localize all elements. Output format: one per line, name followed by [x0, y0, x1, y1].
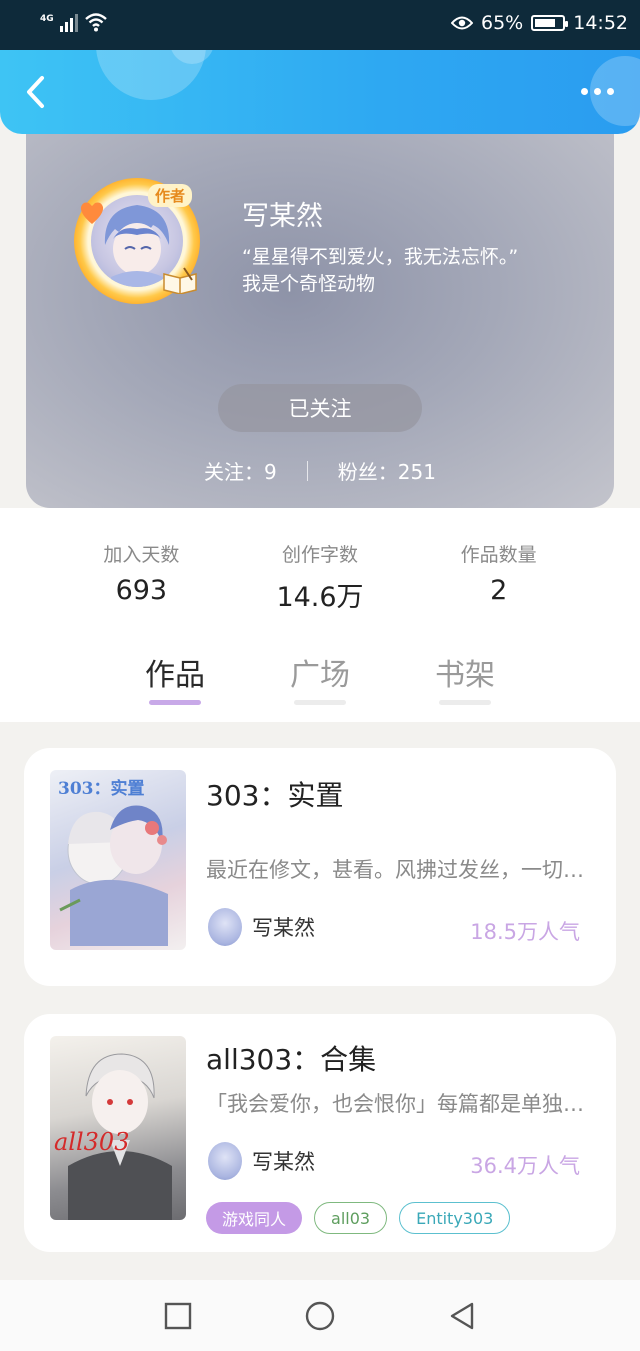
tag-chip[interactable]: all03	[314, 1202, 388, 1234]
clock: 14:52	[573, 12, 628, 34]
bio-line: “星星得不到爱火，我无法忘怀。”	[242, 246, 519, 268]
author-badge: 作者	[148, 184, 193, 207]
book-icon	[163, 267, 197, 294]
tab-indicator	[439, 700, 491, 705]
cover-title: 303：实置	[58, 779, 145, 799]
stat-work-count: 作品数量 2	[409, 508, 588, 632]
tag-chip[interactable]: Entity303	[399, 1202, 511, 1234]
popularity-count: 18.5万人气	[470, 920, 580, 944]
network-type: 4G	[40, 14, 54, 24]
wifi-icon	[84, 13, 107, 32]
back-button[interactable]	[18, 72, 54, 112]
tag-chip[interactable]: 游戏同人	[206, 1202, 303, 1234]
signal-cluster: 4G	[40, 12, 108, 32]
chevron-left-icon	[27, 76, 44, 108]
recent-apps-button[interactable]	[162, 1300, 194, 1332]
divider	[306, 460, 308, 481]
avatar-frame[interactable]: 作者	[74, 178, 200, 304]
book-author-name: 写某然	[252, 916, 315, 940]
tab-label: 作品	[145, 658, 205, 693]
eye-icon	[451, 16, 473, 30]
tab-works[interactable]: 作品	[120, 650, 230, 705]
tab-bar: 作品 广场 书架	[0, 508, 640, 722]
stat-value: 2	[490, 575, 508, 606]
book-title[interactable]: 303：实置	[206, 774, 343, 814]
book-title[interactable]: all303：合集	[206, 1038, 376, 1078]
stat-value: 693	[115, 575, 168, 606]
stat-label: 创作字数	[282, 544, 359, 566]
cover-title: all303	[54, 1128, 130, 1156]
tab-label: 书架	[435, 658, 495, 693]
more-dots-icon	[581, 88, 588, 95]
circle-icon	[305, 1301, 335, 1331]
author-name: 写某然	[242, 201, 323, 232]
status-bar: 4G 65% 14:52	[0, 0, 640, 50]
fans-count[interactable]: 粉丝：251	[338, 456, 436, 485]
more-button[interactable]	[581, 88, 614, 95]
following-count[interactable]: 关注：9	[204, 456, 277, 485]
tag-list: 游戏同人 all03 Entity303	[206, 1202, 511, 1234]
tab-bookshelf[interactable]: 书架	[410, 650, 520, 705]
book-author[interactable]: 写某然	[208, 908, 315, 946]
triangle-back-icon	[450, 1302, 474, 1330]
tab-indicator	[294, 700, 346, 705]
battery-icon	[531, 15, 569, 31]
stat-word-count: 创作字数 14.6万	[231, 508, 410, 632]
book-description: 「我会爱你，也会恨你」每篇都是单独的故事	[206, 1092, 584, 1116]
status-right: 65% 14:52	[451, 12, 628, 34]
book-card[interactable]: all303 all303：合集 「我会爱你，也会恨你」每篇都是单独的故事 写某…	[24, 1014, 616, 1252]
author-bio: “星星得不到爱火，我无法忘怀。” 我是个奇怪动物	[242, 244, 592, 298]
square-icon	[164, 1302, 192, 1330]
profile-card: 作者 写某然 “星星得不到爱火，我无法忘怀。” 我是个奇怪动物 已关注 关注：9…	[26, 116, 614, 508]
tab-label: 广场	[290, 658, 350, 693]
back-nav-button[interactable]	[446, 1300, 478, 1332]
popularity-count: 36.4万人气	[470, 1154, 580, 1178]
avatar	[208, 908, 242, 946]
book-author-name: 写某然	[252, 1150, 315, 1174]
signal-icon	[59, 14, 78, 32]
follow-stats: 关注：9 粉丝：251	[26, 456, 614, 485]
stat-join-days: 加入天数 693	[52, 508, 231, 632]
book-author[interactable]: 写某然	[208, 1142, 315, 1180]
system-nav-bar	[0, 1280, 640, 1351]
home-button[interactable]	[304, 1300, 336, 1332]
stat-label: 作品数量	[460, 544, 537, 566]
bio-line: 我是个奇怪动物	[242, 273, 376, 295]
stat-label: 加入天数	[103, 544, 180, 566]
app-header	[0, 50, 640, 134]
book-card[interactable]: 303：实置 303：实置 最近在修文，甚看。风拂过发丝，一切都好像 写某然 1…	[24, 748, 616, 986]
battery-percent: 65%	[481, 12, 524, 34]
heart-icon	[80, 202, 104, 224]
stat-value: 14.6万	[276, 582, 364, 613]
book-cover[interactable]: all303	[50, 1036, 186, 1220]
follow-button[interactable]: 已关注	[218, 384, 422, 432]
book-cover[interactable]: 303：实置	[50, 770, 186, 950]
author-stats-card: 加入天数 693 创作字数 14.6万 作品数量 2	[52, 508, 588, 632]
tab-square[interactable]: 广场	[265, 650, 375, 705]
avatar	[208, 1142, 242, 1180]
book-description: 最近在修文，甚看。风拂过发丝，一切都好像	[206, 858, 584, 882]
tab-indicator	[149, 700, 201, 705]
